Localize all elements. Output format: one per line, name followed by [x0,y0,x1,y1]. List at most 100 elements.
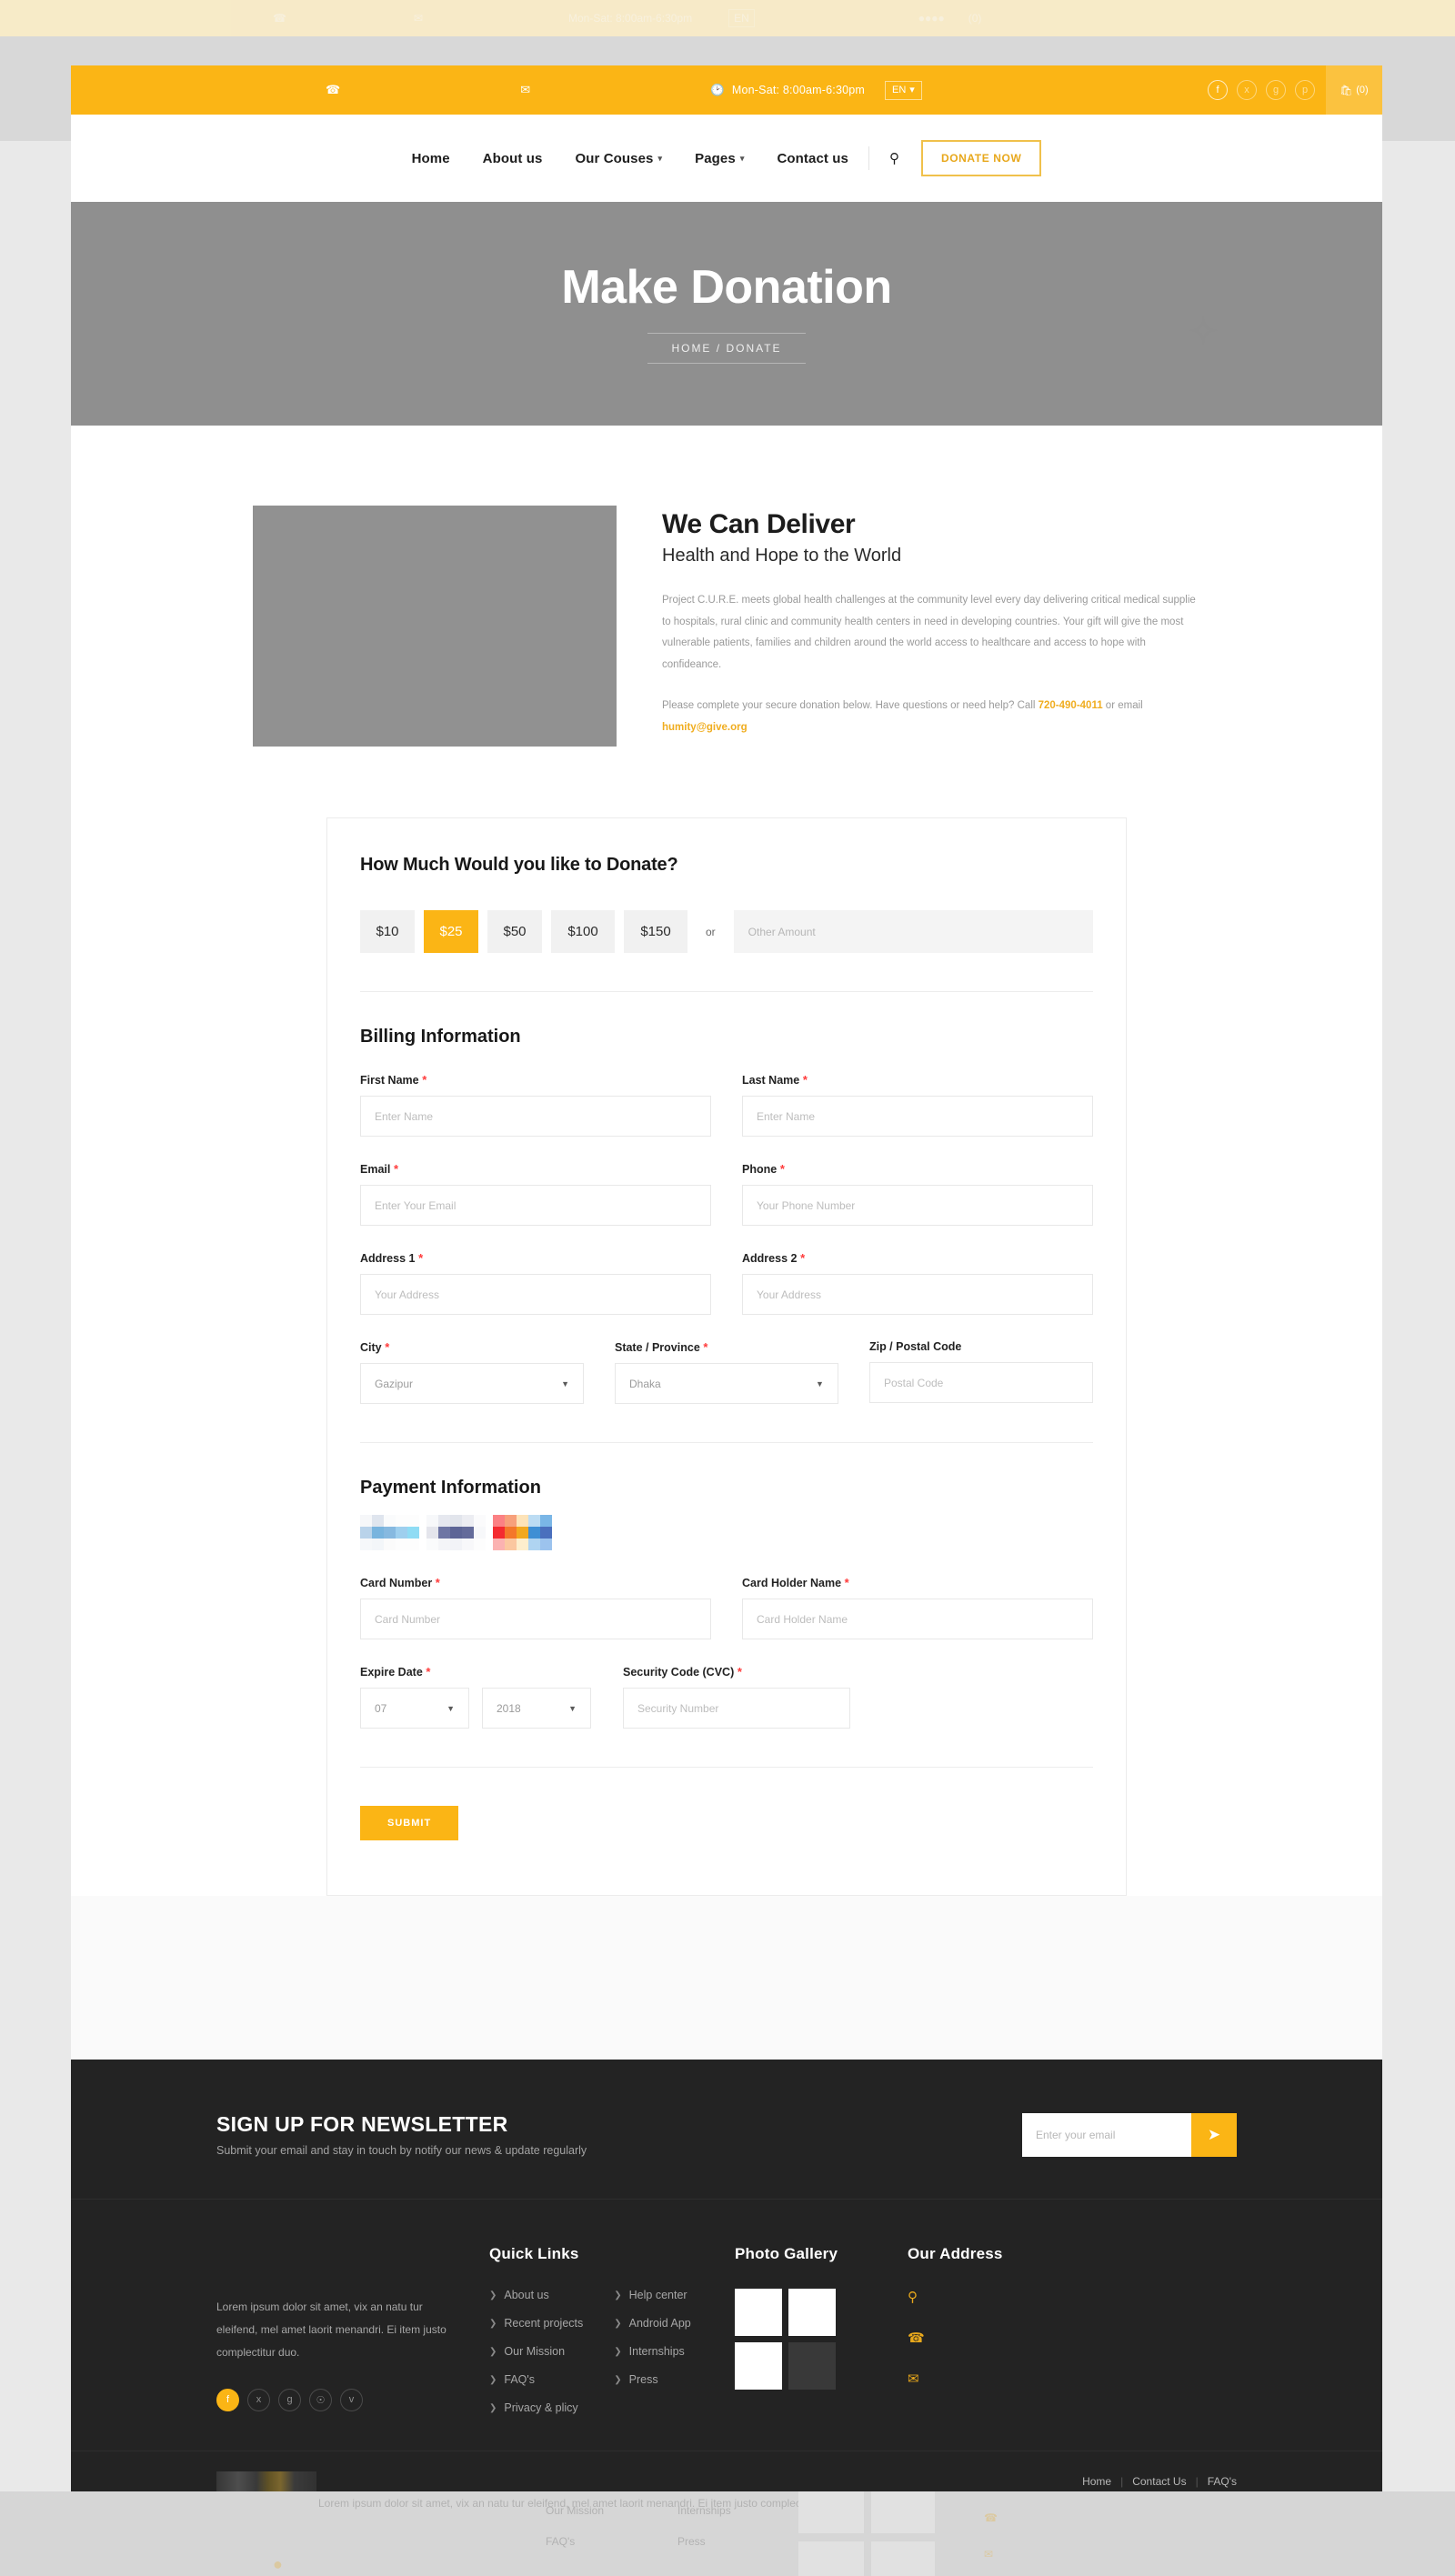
newsletter-form: ➤ [1022,2112,1237,2157]
vimeo-icon[interactable]: v [340,2388,363,2411]
ghost-footer-strip: Lorem ipsum dolor sit amet, vix an natu … [0,2491,1455,2576]
nav-item-our-couses[interactable]: Our Couses ▾ [575,151,662,166]
page-gutter-left [0,141,71,2505]
email-input[interactable] [360,1185,711,1226]
link-about-us[interactable]: ❯ About us [489,2289,583,2301]
facebook-icon[interactable]: f [216,2388,239,2411]
nav-item-pages[interactable]: Pages ▾ [695,151,744,166]
zip-input[interactable] [868,1362,1093,1403]
chevron-right-icon: ❯ [614,2318,622,2329]
newsletter-email-input[interactable] [1022,2112,1191,2157]
language-selector[interactable]: EN ▾ [885,80,922,100]
card-logo-3 [493,1515,552,1550]
chevron-down-icon: ▾ [909,84,915,95]
chevron-right-icon: ❯ [489,2402,497,2413]
footer-link-home[interactable]: Home [1082,2475,1111,2488]
footer-link-faqs[interactable]: FAQ's [1208,2475,1237,2488]
link-recent-projects[interactable]: ❯ Recent projects [489,2317,583,2330]
amount-option-50[interactable]: $50 [487,910,542,953]
footer-social-list: f x g ☉ v [216,2388,453,2411]
nav-item-home[interactable]: Home [412,151,450,166]
card-holder-input[interactable] [742,1599,1093,1639]
amount-option-25[interactable]: $25 [424,910,478,953]
chevron-down-icon: ▼ [816,1378,824,1388]
topbar-phone[interactable]: ☎ [326,83,347,97]
ghost-phone-icon: ☎ [984,2511,998,2524]
nav-item-contact-us[interactable]: Contact us [777,151,848,166]
phone-icon: ☎ [326,83,341,96]
cart-button[interactable]: 🛍 (0) [1326,65,1382,115]
link-android-app[interactable]: ❯ Android App [614,2317,691,2330]
field-last-name: Last Name * [742,1073,1093,1137]
twitter-icon[interactable]: x [247,2388,270,2411]
expire-year-select[interactable]: 2018 ▼ [482,1688,591,1729]
submit-button[interactable]: SUBMIT [360,1806,459,1840]
field-email: Email * [360,1162,711,1226]
photo-gallery-title: Photo Gallery [735,2245,838,2262]
city-select[interactable]: Gazipur ▼ [360,1363,584,1404]
chevron-right-icon: ❯ [489,2374,497,2385]
chevron-down-icon: ▾ [739,153,745,163]
top-utility-bar: ☎ ✉ 🕑 Mon-Sat: 8:00am-6:30pm EN ▾ f x g … [71,65,1382,115]
pinterest-icon[interactable]: p [1295,80,1315,100]
link-privacy-policy[interactable]: ❯ Privacy & plicy [489,2401,583,2414]
nav-item-contact-us-label: Contact us [777,150,848,166]
newsletter-submit-button[interactable]: ➤ [1191,2112,1237,2157]
field-card-holder-label: Card Holder Name * [742,1576,849,1589]
footer-link-contact-us[interactable]: Contact Us [1132,2475,1186,2488]
link-internships[interactable]: ❯ Internships [614,2345,691,2358]
address-email: ✉ [908,2371,1237,2387]
expire-month-select[interactable]: 07 ▼ [360,1688,469,1729]
billing-row-location: City * Gazipur ▼ State / Province * Dhak… [360,1340,1093,1404]
link-our-mission[interactable]: ❯ Our Mission [489,2345,583,2358]
state-select[interactable]: Dhaka ▼ [614,1363,838,1404]
link-faqs[interactable]: ❯ FAQ's [489,2373,583,2386]
intro-contact-phone[interactable]: 720-490-4011 [1039,700,1103,711]
last-name-input[interactable] [742,1096,1093,1137]
donation-form-card: How Much Would you like to Donate? $10 $… [326,817,1127,1896]
section-divider-3 [360,1767,1093,1768]
field-cvc-label: Security Code (CVC) * [623,1665,742,1679]
card-number-input[interactable] [360,1599,711,1639]
amount-option-10[interactable]: $10 [360,910,415,953]
address-2-input[interactable] [742,1274,1093,1315]
google-plus-icon[interactable]: g [278,2388,301,2411]
address-1-input[interactable] [360,1274,711,1315]
gallery-thumb-2[interactable] [788,2289,836,2336]
site-logo[interactable] [216,2471,316,2491]
or-label: or [706,925,716,938]
phone-input[interactable] [742,1185,1093,1226]
search-icon[interactable]: ⚲ [889,150,899,166]
google-plus-icon[interactable]: g [1266,80,1286,100]
amount-option-150[interactable]: $150 [624,910,687,953]
first-name-input[interactable] [360,1096,711,1137]
gallery-thumb-1[interactable] [735,2289,782,2336]
ghost-link-our-mission: Our Mission [546,2504,605,2517]
topbar-email[interactable]: ✉ [520,83,537,97]
pinterest-icon[interactable]: ☉ [309,2388,332,2411]
twitter-icon[interactable]: x [1237,80,1257,100]
gallery-thumb-4[interactable] [788,2342,836,2390]
field-expire-date: Expire Date * 07 ▼ 2018 ▼ [360,1665,592,1729]
amount-option-100[interactable]: $100 [551,910,615,953]
nav-link-list: Home About us Our Couses ▾ Pages ▾ Conta… [412,151,848,166]
donate-now-button[interactable]: DONATE NOW [920,140,1042,176]
payment-section-title: Payment Information [360,1478,541,1498]
intro-section: We Can Deliver Health and Hope to the Wo… [71,426,1382,747]
topbar-hours-text: Mon-Sat: 8:00am-6:30pm [731,84,866,96]
field-phone: Phone * [742,1162,1093,1226]
link-press[interactable]: ❯ Press [614,2373,691,2386]
field-expire-date-label: Expire Date * [360,1665,431,1679]
field-card-number-label: Card Number * [360,1576,440,1589]
link-help-center[interactable]: ❯ Help center [614,2289,691,2301]
cvc-input[interactable] [623,1688,850,1729]
other-amount-input[interactable] [733,910,1093,953]
breadcrumb: HOME / DONATE [647,333,806,364]
field-card-holder: Card Holder Name * [742,1576,1093,1639]
facebook-icon[interactable]: f [1208,80,1228,100]
footer-quick-links-column: Quick Links ❯ About us ❯ Recent projects ❯… [489,2245,735,2414]
gallery-thumb-3[interactable] [735,2342,782,2390]
nav-item-about-us[interactable]: About us [483,151,543,166]
ghost-facebook-icon: ● [273,2555,283,2573]
intro-contact-email[interactable]: humity@give.org [662,722,748,733]
